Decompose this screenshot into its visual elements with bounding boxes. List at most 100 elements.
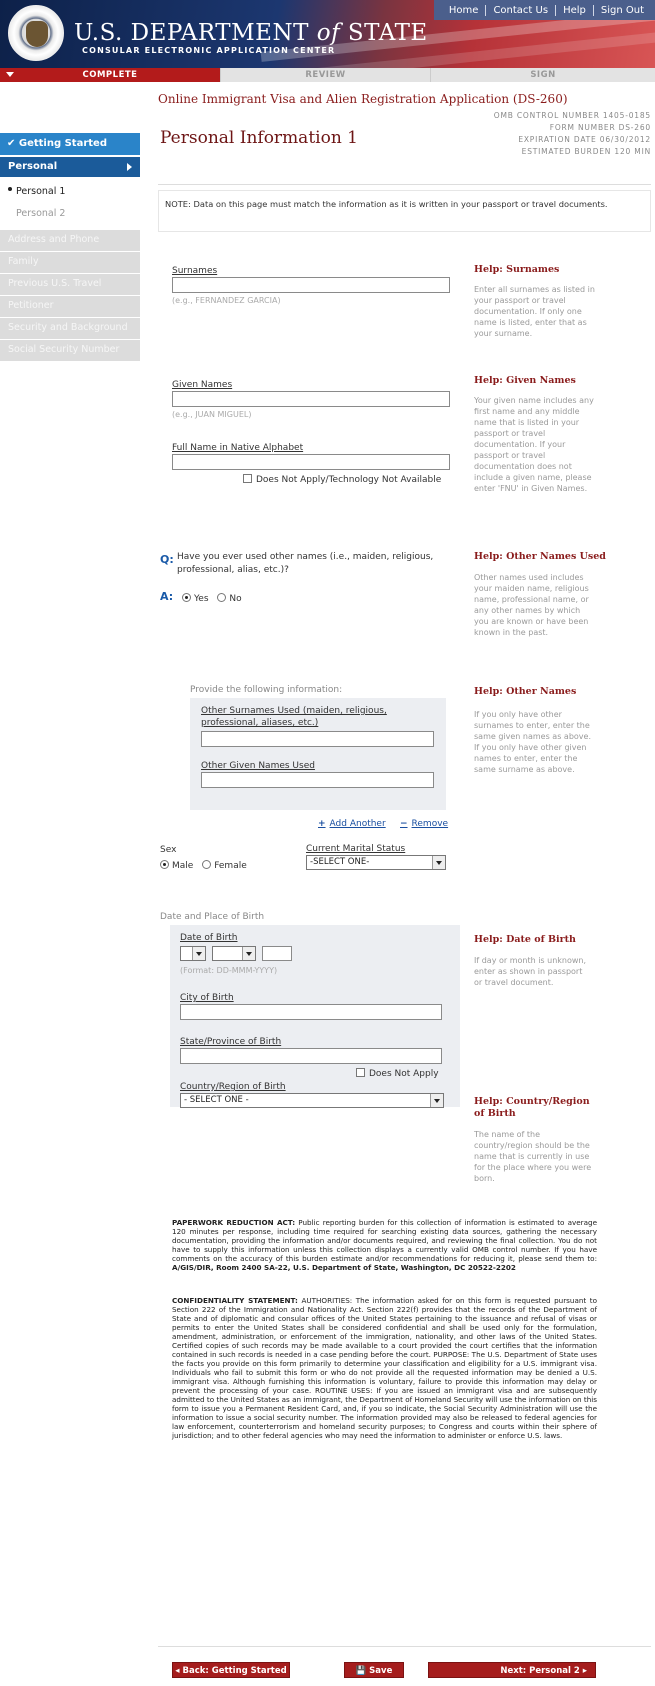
help-topic: Given Names (506, 375, 576, 386)
eagle-icon (26, 21, 48, 47)
nav-home-link[interactable]: Home (442, 5, 486, 16)
country-of-birth-select[interactable]: - SELECT ONE - (180, 1093, 444, 1108)
yes-option[interactable]: Yes (182, 593, 209, 604)
dob-day-select[interactable] (180, 946, 206, 961)
dob-hint: (Format: DD-MMM-YYYY) (180, 966, 278, 975)
help-surnames-title: Help: Surnames (474, 264, 559, 275)
site-title-part: STATE (340, 20, 428, 46)
plus-icon: + (318, 819, 326, 829)
help-other-names-used-body: Other names used includes your maiden na… (474, 573, 589, 637)
omb-line: EXPIRATION DATE 06/30/2012 (518, 135, 651, 144)
yes-label: Yes (194, 594, 209, 604)
sidebar: ✔ Getting Started Personal Personal 1 Pe… (0, 133, 140, 361)
help-topic: Other Names Used (506, 551, 606, 562)
add-another-label: Add Another (329, 819, 386, 829)
help-country-body: The name of the country/region should be… (474, 1130, 592, 1183)
sidebar-item-getting-started[interactable]: ✔ Getting Started (0, 133, 140, 155)
given-names-input[interactable] (172, 391, 450, 407)
country-of-birth-value: - SELECT ONE - (184, 1095, 249, 1105)
sidebar-item-previous-travel: Previous U.S. Travel (0, 273, 140, 295)
help-given-names-body: Your given name includes any first name … (474, 396, 594, 493)
nav-contact-link[interactable]: Contact Us (485, 4, 555, 16)
state-dna-checkbox[interactable] (356, 1068, 365, 1077)
marital-status-value: -SELECT ONE- (310, 857, 370, 867)
department-seal-icon (8, 5, 64, 61)
top-nav: Home Contact Us Help Sign Out (433, 0, 655, 20)
omb-line: ESTIMATED BURDEN 120 MIN (521, 147, 651, 156)
nav-signout-link[interactable]: Sign Out (592, 4, 651, 16)
dropdown-arrow-icon (192, 947, 205, 960)
save-button[interactable]: 💾 Save (344, 1662, 404, 1678)
site-title-part: of (316, 20, 341, 46)
marital-status-select[interactable]: -SELECT ONE- (306, 855, 446, 870)
divider (158, 184, 651, 185)
dpob-label: Date and Place of Birth (160, 912, 265, 922)
help-topic: Date of Birth (506, 934, 576, 945)
help-topic: Surnames (506, 264, 560, 275)
city-of-birth-input[interactable] (180, 1004, 442, 1020)
caret-down-icon (6, 72, 14, 77)
sidebar-item-personal[interactable]: Personal (0, 157, 140, 177)
help-prefix: Help: (474, 375, 507, 386)
other-surnames-input[interactable] (201, 731, 434, 747)
state-dna-label: Does Not Apply (369, 1069, 439, 1079)
state-dna-option[interactable]: Does Not Apply (356, 1068, 439, 1079)
page: U.S. DEPARTMENT of STATE CONSULAR ELECTR… (0, 0, 655, 1686)
dob-label: Date of Birth (180, 933, 238, 943)
yes-radio[interactable] (182, 593, 191, 602)
help-given-names-title: Help: Given Names (474, 375, 576, 386)
answer-marker: A: (160, 590, 174, 603)
remove-link[interactable]: − Remove (400, 819, 448, 829)
back-button[interactable]: ◂ Back: Getting Started (172, 1662, 290, 1678)
male-radio[interactable] (160, 860, 169, 869)
sex-options: Male Female (160, 860, 247, 871)
no-radio[interactable] (217, 593, 227, 602)
paperwork-reduction-act: PAPERWORK REDUCTION ACT: Public reportin… (172, 1218, 597, 1272)
next-button[interactable]: Next: Personal 2 ▸ (428, 1662, 596, 1678)
help-dob-title: Help: Date of Birth (474, 934, 576, 945)
omb-line: FORM NUMBER DS-260 (549, 123, 651, 132)
site-title: U.S. DEPARTMENT of STATE (74, 20, 428, 46)
sidebar-item-security: Security and Background (0, 317, 140, 339)
female-option[interactable]: Female (202, 860, 247, 871)
sidebar-item-personal-2[interactable]: Personal 2 (0, 203, 140, 225)
sidebar-item-personal-1[interactable]: Personal 1 (0, 181, 140, 203)
dob-month-select[interactable] (212, 946, 256, 961)
sidebar-item-label: Personal (8, 161, 58, 172)
sidebar-item-family: Family (0, 251, 140, 273)
minus-icon: − (400, 819, 408, 829)
surnames-hint: (e.g., FERNANDEZ GARCIA) (172, 296, 281, 305)
given-names-label: Given Names (172, 380, 233, 390)
help-prefix: Help: (474, 934, 507, 945)
page-title: Personal Information 1 (160, 128, 358, 148)
female-label: Female (214, 861, 247, 871)
confidentiality-text: AUTHORITIES: The information asked for o… (172, 1296, 597, 1440)
native-name-input[interactable] (172, 454, 450, 470)
progress-step-label: COMPLETE (82, 70, 138, 80)
no-option[interactable]: No (217, 593, 242, 604)
native-dna-option[interactable]: Does Not Apply/Technology Not Available (243, 474, 441, 485)
progress-step-review: REVIEW (220, 68, 430, 82)
other-names-answer: Yes No (182, 593, 242, 604)
help-other-names-title: Help: Other Names (474, 686, 576, 697)
dob-year-input[interactable] (262, 946, 292, 961)
add-another-link[interactable]: + Add Another (318, 819, 386, 829)
surnames-input[interactable] (172, 277, 450, 293)
omb-line: OMB CONTROL NUMBER 1405-0185 (493, 111, 651, 120)
help-surnames-body: Enter all surnames as listed in your pas… (474, 285, 595, 338)
marital-status-label: Current Marital Status (306, 844, 406, 854)
female-radio[interactable] (202, 860, 212, 869)
other-given-names-input[interactable] (201, 772, 434, 788)
sex-label: Sex (160, 845, 177, 855)
chevron-right-icon (127, 163, 132, 171)
site-subtitle: CONSULAR ELECTRONIC APPLICATION CENTER (82, 46, 336, 55)
remove-label: Remove (411, 819, 449, 829)
state-of-birth-input[interactable] (180, 1048, 442, 1064)
help-prefix: Help: (474, 551, 507, 562)
omb-info: OMB CONTROL NUMBER 1405-0185 FORM NUMBER… (494, 110, 651, 158)
nav-help-link[interactable]: Help (555, 4, 593, 16)
sidebar-item-ssn: Social Security Number (0, 339, 140, 361)
male-option[interactable]: Male (160, 860, 193, 871)
site-title-part: U.S. DEPARTMENT (74, 20, 317, 46)
native-dna-checkbox[interactable] (243, 474, 252, 483)
